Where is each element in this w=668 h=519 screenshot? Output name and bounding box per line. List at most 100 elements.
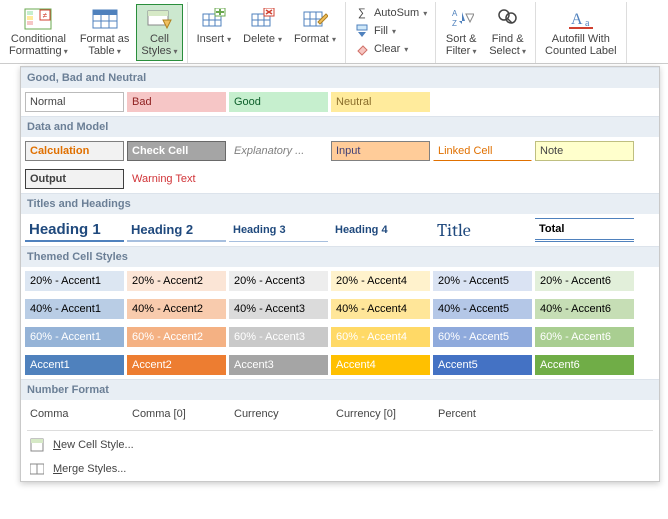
accent5[interactable]: Accent5: [433, 355, 532, 375]
autofill-group: Aa Autofill WithCounted Label: [536, 2, 627, 63]
style-bad[interactable]: Bad: [127, 92, 226, 112]
style-heading-1[interactable]: Heading 1: [25, 218, 124, 242]
style-output[interactable]: Output: [25, 169, 124, 189]
section-good-bad-neutral: Good, Bad and Neutral: [21, 67, 659, 88]
style-good[interactable]: Good: [229, 92, 328, 112]
style-linked-cell[interactable]: Linked Cell: [433, 141, 532, 161]
editing-group-2: AZ Sort &Filter ▾ Find &Select ▾: [436, 2, 536, 63]
style-total[interactable]: Total: [535, 218, 634, 242]
merge-styles-icon: [29, 461, 45, 477]
conditional-formatting-button[interactable]: ≠ ConditionalFormatting ▾: [4, 4, 73, 61]
cells-group: Insert ▾ Delete ▾ Format ▾: [188, 2, 346, 63]
40pct-accent1[interactable]: 40% - Accent1: [25, 299, 124, 319]
40pct-accent2[interactable]: 40% - Accent2: [127, 299, 226, 319]
20pct-accent1[interactable]: 20% - Accent1: [25, 271, 124, 291]
section-data-model: Data and Model: [21, 116, 659, 137]
conditional-formatting-label: ConditionalFormatting ▾: [9, 33, 68, 58]
20pct-accent6[interactable]: 20% - Accent6: [535, 271, 634, 291]
delete-button[interactable]: Delete ▾: [238, 4, 287, 49]
clear-button[interactable]: Clear ▾: [350, 40, 431, 58]
style-heading-4[interactable]: Heading 4: [331, 218, 430, 242]
merge-styles-menu[interactable]: Merge Styles...: [21, 457, 659, 481]
new-cell-style-label: New Cell Style...: [53, 439, 134, 451]
style-comma-0[interactable]: Comma [0]: [127, 404, 226, 424]
accent2[interactable]: Accent2: [127, 355, 226, 375]
style-comma[interactable]: Comma: [25, 404, 124, 424]
20pct-accent5[interactable]: 20% - Accent5: [433, 271, 532, 291]
section-themed-cell-styles: Themed Cell Styles: [21, 246, 659, 267]
style-input[interactable]: Input: [331, 141, 430, 161]
style-heading-3[interactable]: Heading 3: [229, 218, 328, 242]
accent3[interactable]: Accent3: [229, 355, 328, 375]
fill-button[interactable]: Fill ▾: [350, 22, 431, 40]
autofill-label: Autofill WithCounted Label: [545, 33, 617, 57]
style-normal[interactable]: Normal: [25, 92, 124, 112]
60pct-accent6[interactable]: 60% - Accent6: [535, 327, 634, 347]
cell-styles-gallery: Good, Bad and Neutral Normal Bad Good Ne…: [20, 66, 660, 482]
style-calculation[interactable]: Calculation: [25, 141, 124, 161]
20pct-accent3[interactable]: 20% - Accent3: [229, 271, 328, 291]
autofill-icon: Aa: [565, 7, 597, 31]
cell-styles-button[interactable]: CellStyles ▾: [136, 4, 182, 61]
format-as-table-icon: [89, 7, 121, 31]
format-button[interactable]: Format ▾: [289, 4, 341, 49]
sigma-icon: ∑: [354, 5, 370, 21]
find-select-button[interactable]: Find &Select ▾: [484, 4, 531, 61]
section-titles-headings: Titles and Headings: [21, 193, 659, 214]
40pct-accent4[interactable]: 40% - Accent4: [331, 299, 430, 319]
60pct-accent2[interactable]: 60% - Accent2: [127, 327, 226, 347]
conditional-formatting-icon: ≠: [22, 7, 54, 31]
svg-text:A: A: [452, 9, 458, 18]
60pct-accent5[interactable]: 60% - Accent5: [433, 327, 532, 347]
cell-styles-icon: [143, 7, 175, 31]
format-as-table-button[interactable]: Format asTable ▾: [75, 4, 135, 61]
cell-styles-label: CellStyles ▾: [141, 33, 177, 58]
editing-group-1: ∑AutoSum ▾ Fill ▾ Clear ▾: [346, 2, 436, 63]
styles-group: ≠ ConditionalFormatting ▾ Format asTable…: [0, 2, 188, 63]
style-currency[interactable]: Currency: [229, 404, 328, 424]
accent6[interactable]: Accent6: [535, 355, 634, 375]
find-select-label: Find &Select ▾: [489, 33, 526, 58]
sort-filter-label: Sort &Filter ▾: [446, 33, 477, 58]
accent1[interactable]: Accent1: [25, 355, 124, 375]
style-note[interactable]: Note: [535, 141, 634, 161]
20pct-accent4[interactable]: 20% - Accent4: [331, 271, 430, 291]
delete-label: Delete ▾: [243, 33, 282, 46]
accent4[interactable]: Accent4: [331, 355, 430, 375]
format-as-table-label: Format asTable ▾: [80, 33, 130, 58]
insert-button[interactable]: Insert ▾: [192, 4, 237, 49]
new-cell-style-menu[interactable]: New Cell Style...: [21, 433, 659, 457]
sort-filter-button[interactable]: AZ Sort &Filter ▾: [440, 4, 482, 61]
insert-cells-icon: [198, 7, 230, 31]
60pct-accent3[interactable]: 60% - Accent3: [229, 327, 328, 347]
sort-filter-icon: AZ: [445, 7, 477, 31]
autofill-counted-label-button[interactable]: Aa Autofill WithCounted Label: [540, 4, 622, 60]
autosum-button[interactable]: ∑AutoSum ▾: [350, 4, 431, 22]
merge-styles-label: Merge Styles...: [53, 463, 126, 475]
insert-label: Insert ▾: [197, 33, 232, 46]
new-style-icon: [29, 437, 45, 453]
svg-text:Z: Z: [452, 19, 457, 28]
60pct-accent1[interactable]: 60% - Accent1: [25, 327, 124, 347]
60pct-accent4[interactable]: 60% - Accent4: [331, 327, 430, 347]
style-check-cell[interactable]: Check Cell: [127, 141, 226, 161]
format-label: Format ▾: [294, 33, 336, 46]
20pct-accent2[interactable]: 20% - Accent2: [127, 271, 226, 291]
style-percent[interactable]: Percent: [433, 404, 532, 424]
style-neutral[interactable]: Neutral: [331, 92, 430, 112]
40pct-accent3[interactable]: 40% - Accent3: [229, 299, 328, 319]
style-heading-2[interactable]: Heading 2: [127, 218, 226, 242]
find-icon: [492, 7, 524, 31]
40pct-accent6[interactable]: 40% - Accent6: [535, 299, 634, 319]
svg-text:≠: ≠: [43, 11, 48, 20]
style-currency-0[interactable]: Currency [0]: [331, 404, 430, 424]
format-cells-icon: [299, 7, 331, 31]
style-warning-text[interactable]: Warning Text: [127, 169, 226, 189]
delete-cells-icon: [247, 7, 279, 31]
svg-text:A: A: [571, 11, 583, 28]
eraser-icon: [354, 41, 370, 57]
style-explanatory[interactable]: Explanatory ...: [229, 141, 328, 161]
ribbon-toolbar: ≠ ConditionalFormatting ▾ Format asTable…: [0, 0, 668, 64]
style-title[interactable]: Title: [433, 218, 532, 242]
40pct-accent5[interactable]: 40% - Accent5: [433, 299, 532, 319]
